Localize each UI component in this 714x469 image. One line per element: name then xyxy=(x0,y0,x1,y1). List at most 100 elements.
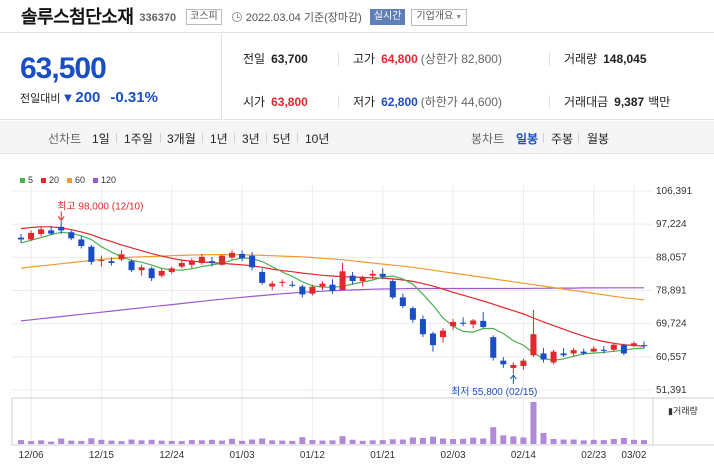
y-tick-label: 69,724 xyxy=(656,319,687,330)
tab-candle-weekly[interactable]: 주봉 xyxy=(551,130,573,147)
realtime-button[interactable]: 실시간 xyxy=(369,9,406,25)
x-tick-label: 12/06 xyxy=(19,450,44,461)
volume-bar xyxy=(138,440,145,444)
quote-volume-label: 거래량 xyxy=(564,52,598,66)
volume-bar xyxy=(369,440,376,444)
quote-prev: 전일 63,700 xyxy=(243,50,308,67)
volume-bar xyxy=(279,440,286,444)
volume-bar xyxy=(88,438,95,444)
tab-period-5y[interactable]: 5년 xyxy=(273,130,291,147)
quote-volume: 거래량 148,045 xyxy=(564,50,647,67)
volume-bar xyxy=(28,441,35,444)
volume-bar xyxy=(168,440,175,444)
quote-prev-value: 63,700 xyxy=(271,52,308,66)
candle-body xyxy=(188,260,195,265)
candle-body xyxy=(128,261,135,271)
tab-period-1w[interactable]: 1주일 xyxy=(124,130,153,147)
volume-bar xyxy=(620,437,627,444)
volume-bar xyxy=(18,440,25,444)
divider xyxy=(116,133,117,143)
candle-body xyxy=(319,283,326,287)
candle-body xyxy=(399,297,406,307)
candle-body xyxy=(580,351,587,354)
x-tick-label: 12/24 xyxy=(159,450,184,461)
candle-body xyxy=(419,319,426,335)
candle-body xyxy=(429,333,436,346)
volume-bar xyxy=(48,441,55,444)
candle-body xyxy=(259,272,266,283)
volume-bar xyxy=(198,440,205,444)
candle-body xyxy=(98,260,105,262)
divider xyxy=(160,133,161,143)
volume-bar xyxy=(208,439,215,444)
tab-candle-daily[interactable]: 일봉 xyxy=(516,130,538,147)
candle-body xyxy=(158,270,165,276)
tab-period-3m[interactable]: 3개월 xyxy=(167,130,196,147)
down-triangle-icon: ▼ xyxy=(61,89,75,105)
divider xyxy=(549,95,550,109)
quote-prev-label: 전일 xyxy=(243,52,266,66)
y-tick-label: 106,391 xyxy=(656,186,693,197)
x-tick-label: 02/23 xyxy=(581,450,606,461)
tab-period-3y[interactable]: 3년 xyxy=(242,130,260,147)
candle-body xyxy=(309,286,316,294)
candle-body xyxy=(530,334,537,356)
candle-body xyxy=(520,360,527,367)
volume-bar xyxy=(158,440,165,444)
quote-amount-label: 거래대금 xyxy=(564,95,609,109)
tab-period-1d[interactable]: 1일 xyxy=(92,130,110,147)
candle-body xyxy=(58,226,65,231)
y-tick-label: 60,557 xyxy=(656,352,687,363)
volume-bar xyxy=(419,437,426,444)
candle-body xyxy=(38,229,45,235)
volume-bar xyxy=(399,439,406,444)
tab-period-1y[interactable]: 1년 xyxy=(210,130,228,147)
period-bar: 선차트 1일 1주일 3개월 1년 3년 5년 10년 봉차트 일봉 주봉 월봉 xyxy=(0,121,714,154)
divider xyxy=(543,133,544,143)
candle-body xyxy=(68,232,75,239)
candle-body xyxy=(299,286,306,295)
volume-bar xyxy=(640,440,647,444)
volume-bar xyxy=(58,438,65,444)
volume-bar xyxy=(98,439,105,444)
candle-body xyxy=(208,261,215,263)
stock-candle-chart[interactable]: 106,391 97,224 88,057 78,891 69,724 60,557 51,… xyxy=(0,170,714,469)
quote-amount-unit: 백만 xyxy=(648,95,671,109)
candle-body xyxy=(389,281,396,298)
candle-body xyxy=(229,252,236,258)
volume-label: ▮거래량 xyxy=(668,405,698,416)
company-overview-label: 기업개요 xyxy=(416,10,454,22)
volume-bar xyxy=(229,438,236,444)
candle-body xyxy=(440,330,447,338)
candle-body xyxy=(409,308,416,320)
volume-bar xyxy=(590,439,597,444)
candle-body xyxy=(148,268,155,279)
quote-low-label: 저가 xyxy=(353,95,376,109)
candle-body xyxy=(600,349,607,351)
divider xyxy=(549,52,550,66)
quote-upper-limit: (상한가 82,800) xyxy=(420,52,502,66)
divider xyxy=(202,133,203,143)
candle-body xyxy=(239,253,246,259)
volume-bar xyxy=(440,438,447,444)
tab-period-10y[interactable]: 10년 xyxy=(305,130,329,147)
volume-bar xyxy=(148,439,155,444)
volume-bar xyxy=(510,436,517,444)
volume-bar xyxy=(339,436,346,444)
company-overview-dropdown[interactable]: 기업개요 ▼ xyxy=(411,8,468,26)
tab-candle-monthly[interactable]: 월봉 xyxy=(587,130,609,147)
volume-bar xyxy=(249,439,256,444)
quote-low-value: 62,800 xyxy=(381,95,418,109)
candle-body xyxy=(168,268,175,273)
candle-body xyxy=(289,284,296,286)
max-price-label: 최고 98,000 (12/10) xyxy=(57,200,143,212)
quote-grid: 전일 63,700 고가 64,800 (상한가 82,800) 거래량 148… xyxy=(223,34,714,120)
volume-bar xyxy=(178,441,185,444)
volume-bar xyxy=(520,437,527,444)
candle-body xyxy=(369,273,376,276)
divider xyxy=(578,133,579,143)
candle-body xyxy=(78,239,85,246)
volume-bar xyxy=(389,439,396,444)
volume-bar xyxy=(600,440,607,444)
volume-bar xyxy=(349,439,356,444)
